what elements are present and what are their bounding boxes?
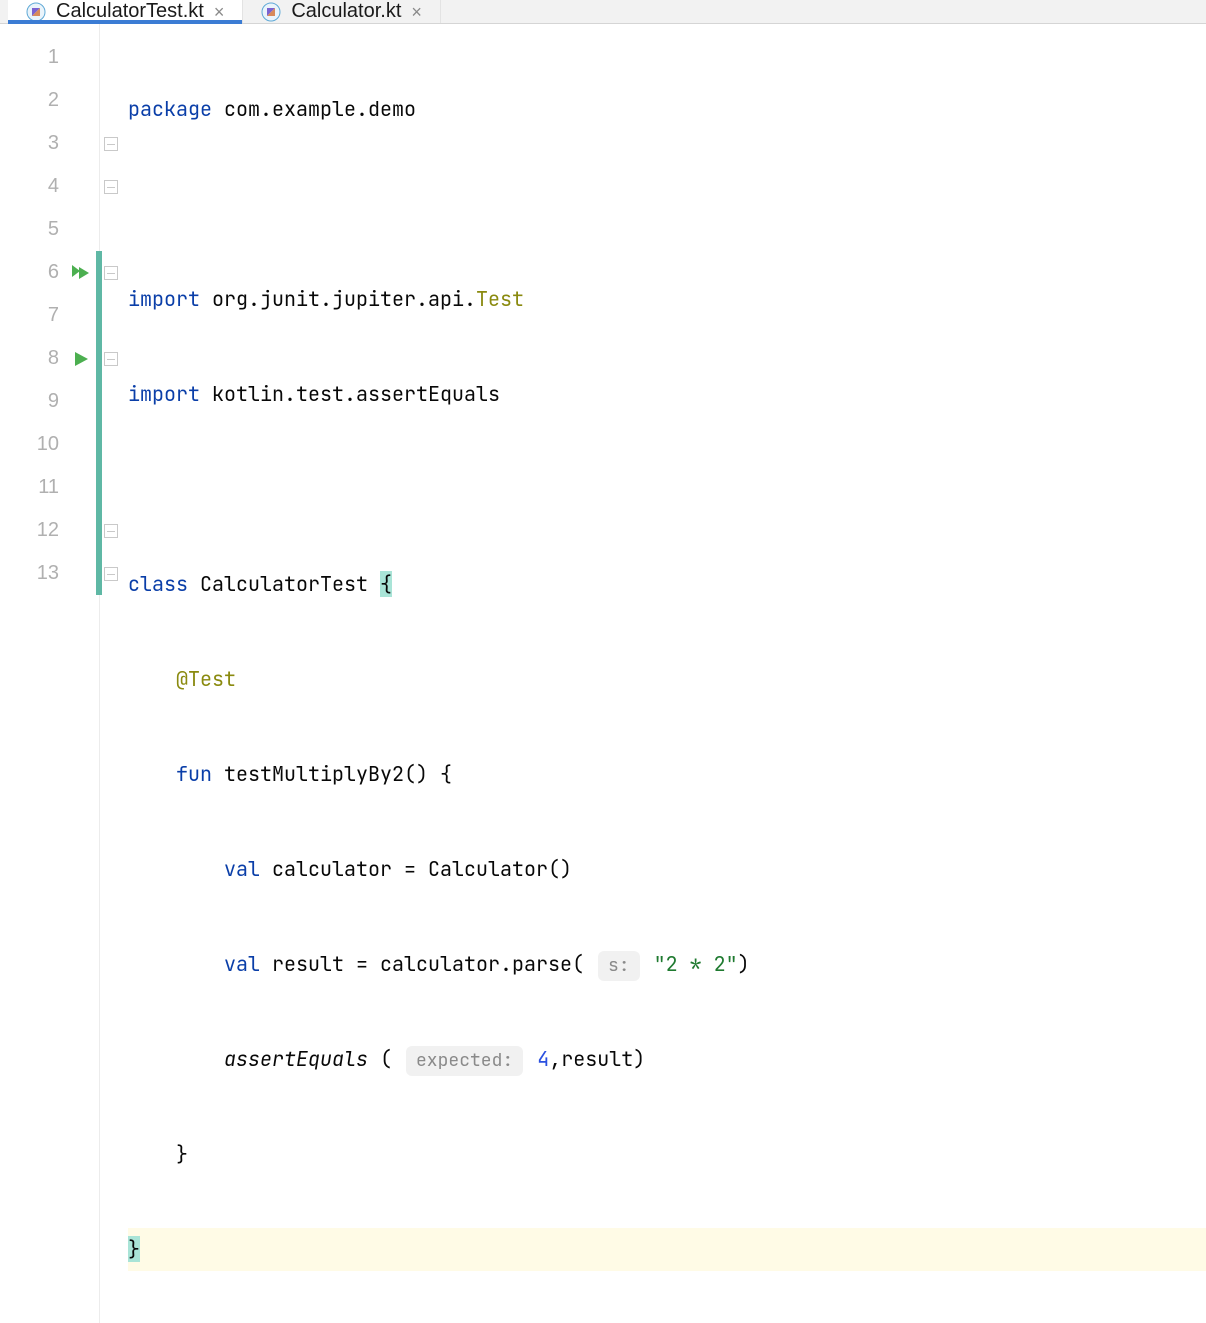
fold-toggle-icon[interactable]: [104, 180, 118, 194]
fold-toggle-icon[interactable]: [104, 352, 118, 366]
tab-label: Calculator.kt: [291, 0, 401, 23]
line-number[interactable]: 1: [0, 36, 99, 79]
editor-tabbar: CalculatorTest.kt × Calculator.kt ×: [0, 0, 1206, 24]
code-line: val calculator = Calculator(): [128, 848, 1206, 891]
tab-calculator[interactable]: Calculator.kt ×: [243, 0, 441, 23]
fold-column: [100, 24, 122, 1323]
code-line: package com.example.demo: [128, 88, 1206, 131]
run-test-class-icon[interactable]: [69, 262, 91, 284]
kotlin-file-icon: [26, 2, 46, 22]
code-line: }: [128, 1133, 1206, 1176]
line-number[interactable]: 13: [0, 552, 99, 595]
code-line: import org.junit.jupiter.api.Test: [128, 278, 1206, 321]
code-line: class CalculatorTest {: [128, 563, 1206, 606]
inlay-hint: s:: [598, 951, 640, 981]
code-line: import kotlin.test.assertEquals: [128, 373, 1206, 416]
inlay-hint: expected:: [406, 1046, 523, 1076]
code-line: val result = calculator.parse( s: "2 * 2…: [128, 943, 1206, 986]
line-number[interactable]: 12: [0, 509, 99, 552]
tab-label: CalculatorTest.kt: [56, 0, 204, 23]
line-number[interactable]: 6: [0, 251, 99, 294]
code-editor[interactable]: 1 2 3 4 5 6 7 8 9 10 11 12 13: [0, 24, 1206, 1323]
line-number[interactable]: 9: [0, 380, 99, 423]
code-line-current: }: [128, 1228, 1206, 1271]
line-number[interactable]: 8: [0, 337, 99, 380]
line-number[interactable]: 5: [0, 208, 99, 251]
code-line: [128, 468, 1206, 511]
close-icon[interactable]: ×: [411, 3, 422, 21]
kotlin-file-icon: [261, 2, 281, 22]
line-number[interactable]: 2: [0, 79, 99, 122]
gutter: 1 2 3 4 5 6 7 8 9 10 11 12 13: [0, 24, 100, 1323]
fold-toggle-icon[interactable]: [104, 266, 118, 280]
line-number[interactable]: 10: [0, 423, 99, 466]
run-test-method-icon[interactable]: [71, 349, 91, 369]
fold-toggle-icon[interactable]: [104, 567, 118, 581]
code-line: assertEquals ( expected: 4,result): [128, 1038, 1206, 1081]
code-area[interactable]: package com.example.demo import org.juni…: [122, 24, 1206, 1323]
line-number[interactable]: 11: [0, 466, 99, 509]
line-number[interactable]: 4: [0, 165, 99, 208]
line-number[interactable]: 3: [0, 122, 99, 165]
line-number[interactable]: 7: [0, 294, 99, 337]
close-icon[interactable]: ×: [214, 3, 225, 21]
fold-toggle-icon[interactable]: [104, 524, 118, 538]
code-line: fun testMultiplyBy2() {: [128, 753, 1206, 796]
code-line: [128, 183, 1206, 226]
fold-toggle-icon[interactable]: [104, 137, 118, 151]
code-line: @Test: [128, 658, 1206, 701]
tab-calculator-test[interactable]: CalculatorTest.kt ×: [8, 0, 243, 23]
